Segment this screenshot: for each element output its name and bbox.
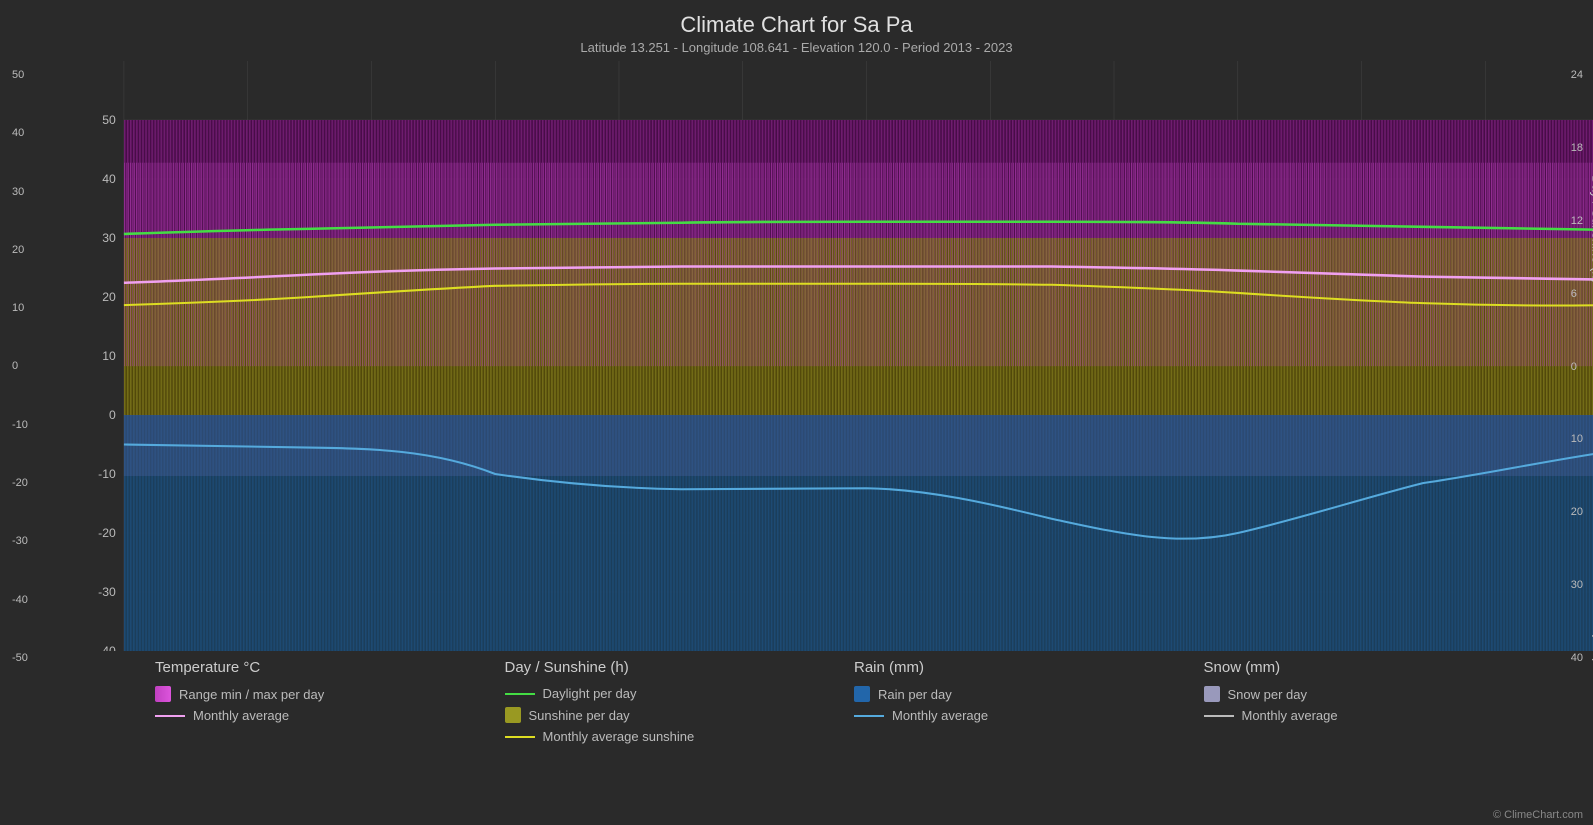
left-axis-n10: -10 bbox=[12, 419, 28, 431]
sun-per-day-swatch bbox=[505, 707, 521, 723]
legend-temp-avg-label: Monthly average bbox=[193, 708, 289, 723]
svg-text:-40: -40 bbox=[98, 644, 116, 651]
left-axis-30: 30 bbox=[12, 186, 28, 198]
legend-sunshine: Day / Sunshine (h) Daylight per day Suns… bbox=[505, 659, 855, 781]
right-axis-24: 24 bbox=[1571, 69, 1583, 81]
right-axis-6: 6 bbox=[1571, 288, 1583, 300]
right-axis-18: 18 bbox=[1571, 142, 1583, 154]
legend-daylight-label: Daylight per day bbox=[543, 686, 637, 701]
legend-sun-avg: Monthly average sunshine bbox=[505, 729, 855, 744]
left-axis-0: 0 bbox=[12, 360, 28, 372]
legend-snow-avg: Monthly average bbox=[1204, 708, 1554, 723]
right-axis-10: 10 bbox=[1571, 433, 1583, 445]
legend-sun-per-day-label: Sunshine per day bbox=[529, 708, 630, 723]
legend-rain-per-day-label: Rain per day bbox=[878, 687, 952, 702]
svg-text:-20: -20 bbox=[98, 526, 116, 540]
legend-temp-avg: Monthly average bbox=[155, 708, 505, 723]
legend-temp-range-label: Range min / max per day bbox=[179, 687, 324, 702]
copyright: © ClimeChart.com bbox=[1493, 809, 1583, 821]
legend-rain-avg: Monthly average bbox=[854, 708, 1204, 723]
legend-sun-avg-label: Monthly average sunshine bbox=[543, 729, 695, 744]
left-axis-n30: -30 bbox=[12, 535, 28, 547]
left-axis-40: 40 bbox=[12, 127, 28, 139]
legend-snow: Snow (mm) Snow per day Monthly average bbox=[1204, 659, 1554, 781]
left-axis-n50: -50 bbox=[12, 652, 28, 664]
left-axis-20: 20 bbox=[12, 244, 28, 256]
chart-title: Climate Chart for Sa Pa bbox=[0, 12, 1593, 38]
snow-avg-line bbox=[1204, 715, 1234, 717]
left-axis-labels: 50 40 30 20 10 0 -10 -20 -30 -40 -50 bbox=[12, 69, 28, 664]
temp-range-swatch bbox=[155, 686, 171, 702]
right-axis-30: 30 bbox=[1571, 579, 1583, 591]
legend-rain: Rain (mm) Rain per day Monthly average bbox=[854, 659, 1204, 781]
chart-header: Climate Chart for Sa Pa Latitude 13.251 … bbox=[0, 0, 1593, 59]
right-axis-labels: 24 18 12 6 0 10 20 30 40 bbox=[1571, 69, 1583, 664]
svg-text:0: 0 bbox=[109, 408, 116, 422]
legend-sun-per-day: Sunshine per day bbox=[505, 707, 855, 723]
svg-text:40: 40 bbox=[102, 172, 116, 186]
left-axis-n20: -20 bbox=[12, 477, 28, 489]
legend-snow-avg-label: Monthly average bbox=[1242, 708, 1338, 723]
left-axis-n40: -40 bbox=[12, 594, 28, 606]
right-axis-12: 12 bbox=[1571, 215, 1583, 227]
legend-temperature-title: Temperature °C bbox=[155, 659, 505, 676]
chart-svg: 50 40 30 20 10 0 -10 -20 -30 -40 24 18 1… bbox=[70, 61, 1593, 651]
svg-text:-10: -10 bbox=[98, 467, 116, 481]
legend-sunshine-title: Day / Sunshine (h) bbox=[505, 659, 855, 676]
svg-text:-30: -30 bbox=[98, 585, 116, 599]
right-axis-20: 20 bbox=[1571, 506, 1583, 518]
left-axis-10: 10 bbox=[12, 302, 28, 314]
rain-per-day-swatch bbox=[854, 686, 870, 702]
svg-text:30: 30 bbox=[102, 231, 116, 245]
daylight-line bbox=[505, 693, 535, 695]
left-axis-50: 50 bbox=[12, 69, 28, 81]
legend-rain-per-day: Rain per day bbox=[854, 686, 1204, 702]
sun-avg-line bbox=[505, 736, 535, 738]
snow-per-day-swatch bbox=[1204, 686, 1220, 702]
legend-snow-title: Snow (mm) bbox=[1204, 659, 1554, 676]
chart-subtitle: Latitude 13.251 - Longitude 108.641 - El… bbox=[0, 40, 1593, 55]
legend-snow-per-day-label: Snow per day bbox=[1228, 687, 1308, 702]
right-axis-40: 40 bbox=[1571, 652, 1583, 664]
legend-rain-avg-label: Monthly average bbox=[892, 708, 988, 723]
legend-area: Temperature °C Range min / max per day M… bbox=[75, 651, 1593, 781]
main-container: Climate Chart for Sa Pa Latitude 13.251 … bbox=[0, 0, 1593, 825]
legend-temp-range: Range min / max per day bbox=[155, 686, 505, 702]
temp-avg-line bbox=[155, 715, 185, 717]
rain-avg-line bbox=[854, 715, 884, 717]
right-axis-0: 0 bbox=[1571, 361, 1583, 373]
svg-text:10: 10 bbox=[102, 349, 116, 363]
svg-text:50: 50 bbox=[102, 113, 116, 127]
legend-snow-per-day: Snow per day bbox=[1204, 686, 1554, 702]
legend-temperature: Temperature °C Range min / max per day M… bbox=[155, 659, 505, 781]
legend-daylight: Daylight per day bbox=[505, 686, 855, 701]
legend-rain-title: Rain (mm) bbox=[854, 659, 1204, 676]
svg-text:20: 20 bbox=[102, 290, 116, 304]
